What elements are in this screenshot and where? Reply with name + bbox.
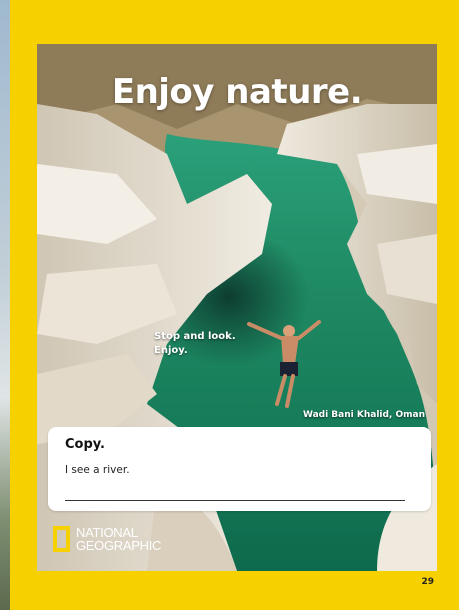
national-geographic-frame-icon [53, 526, 70, 552]
photo-location-label: Wadi Bani Khalid, Oman [302, 410, 425, 420]
adjacent-page-edge [0, 0, 10, 610]
logo-line: GEOGRAPHIC [76, 538, 162, 553]
copy-exercise-box: Copy. I see a river. [48, 427, 431, 511]
national-geographic-logo: NATIONAL GEOGRAPHIC [53, 522, 161, 556]
exercise-title: Copy. [65, 437, 105, 452]
writing-line[interactable] [65, 500, 405, 501]
logo-wordmark: NATIONAL GEOGRAPHIC [76, 526, 161, 552]
model-sentence: I see a river. [65, 464, 130, 476]
page-headline: Enjoy nature. [111, 72, 363, 112]
page-number: 29 [421, 577, 434, 587]
caption-line: Stop and look. [154, 331, 236, 342]
photo-caption: Stop and look. Enjoy. [154, 330, 236, 358]
caption-line: Enjoy. [154, 345, 188, 356]
textbook-page: Enjoy nature. Stop and look. Enjoy. Wadi… [10, 0, 459, 610]
